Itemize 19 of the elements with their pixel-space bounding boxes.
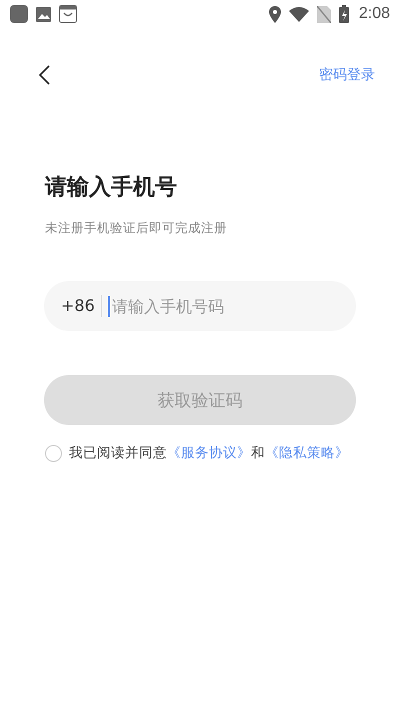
agreement-checkbox[interactable]	[45, 444, 62, 462]
no-sim-icon	[316, 6, 331, 22]
country-code[interactable]: +86	[61, 295, 102, 317]
agreement-text: 我已阅读并同意《服务协议》和《隐私策略》	[69, 444, 349, 462]
subtitle: 未注册手机验证后即可完成注册	[45, 220, 228, 237]
image-icon	[36, 6, 51, 22]
battery-icon	[338, 5, 349, 23]
page-title: 请输入手机号	[45, 174, 178, 202]
app-icon	[10, 5, 28, 23]
terms-link[interactable]: 《服务协议》	[167, 445, 251, 461]
password-login-link[interactable]: 密码登录	[319, 66, 375, 84]
back-button[interactable]	[38, 65, 50, 85]
location-icon	[268, 6, 281, 22]
phone-input-field[interactable]: 请输入手机号码	[108, 296, 356, 316]
status-time: 2:08	[358, 5, 390, 23]
privacy-link[interactable]: 《隐私策略》	[265, 445, 349, 461]
wifi-icon	[288, 6, 309, 22]
shopping-bag-icon	[59, 5, 77, 23]
phone-field[interactable]: +86 请输入手机号码	[44, 281, 356, 331]
